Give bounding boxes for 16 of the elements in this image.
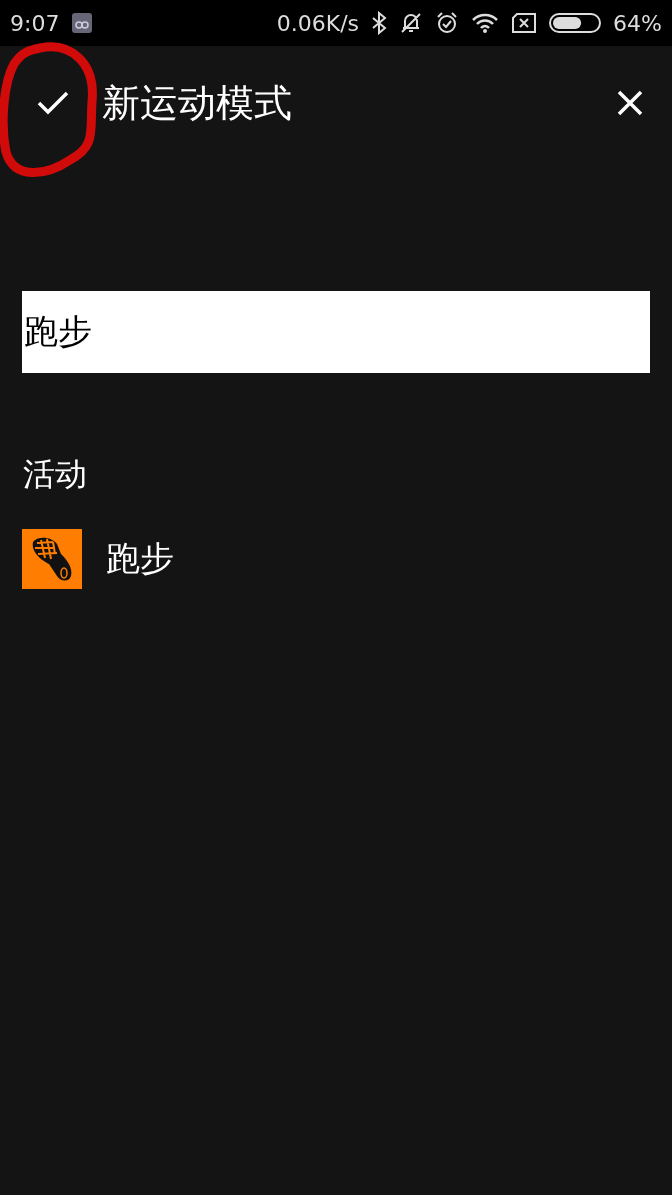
mode-name-field[interactable]: 跑步 <box>22 291 650 373</box>
screen-title: 新运动模式 <box>102 79 293 127</box>
section-heading: 活动 <box>23 454 88 495</box>
battery-icon <box>549 12 602 34</box>
app-notification-icon <box>71 12 94 34</box>
wifi-icon <box>471 12 500 34</box>
battery-percent: 64% <box>613 10 662 36</box>
status-time: 9:07 <box>10 10 60 36</box>
network-speed: 0.06K/s <box>276 10 360 36</box>
bluetooth-icon <box>371 11 388 35</box>
activity-tile[interactable] <box>22 529 82 589</box>
activity-label[interactable]: 跑步 <box>106 536 174 582</box>
checkmark-icon <box>36 89 70 117</box>
close-icon <box>616 89 644 117</box>
muted-bell-icon <box>399 11 424 35</box>
no-sim-icon <box>511 12 538 34</box>
